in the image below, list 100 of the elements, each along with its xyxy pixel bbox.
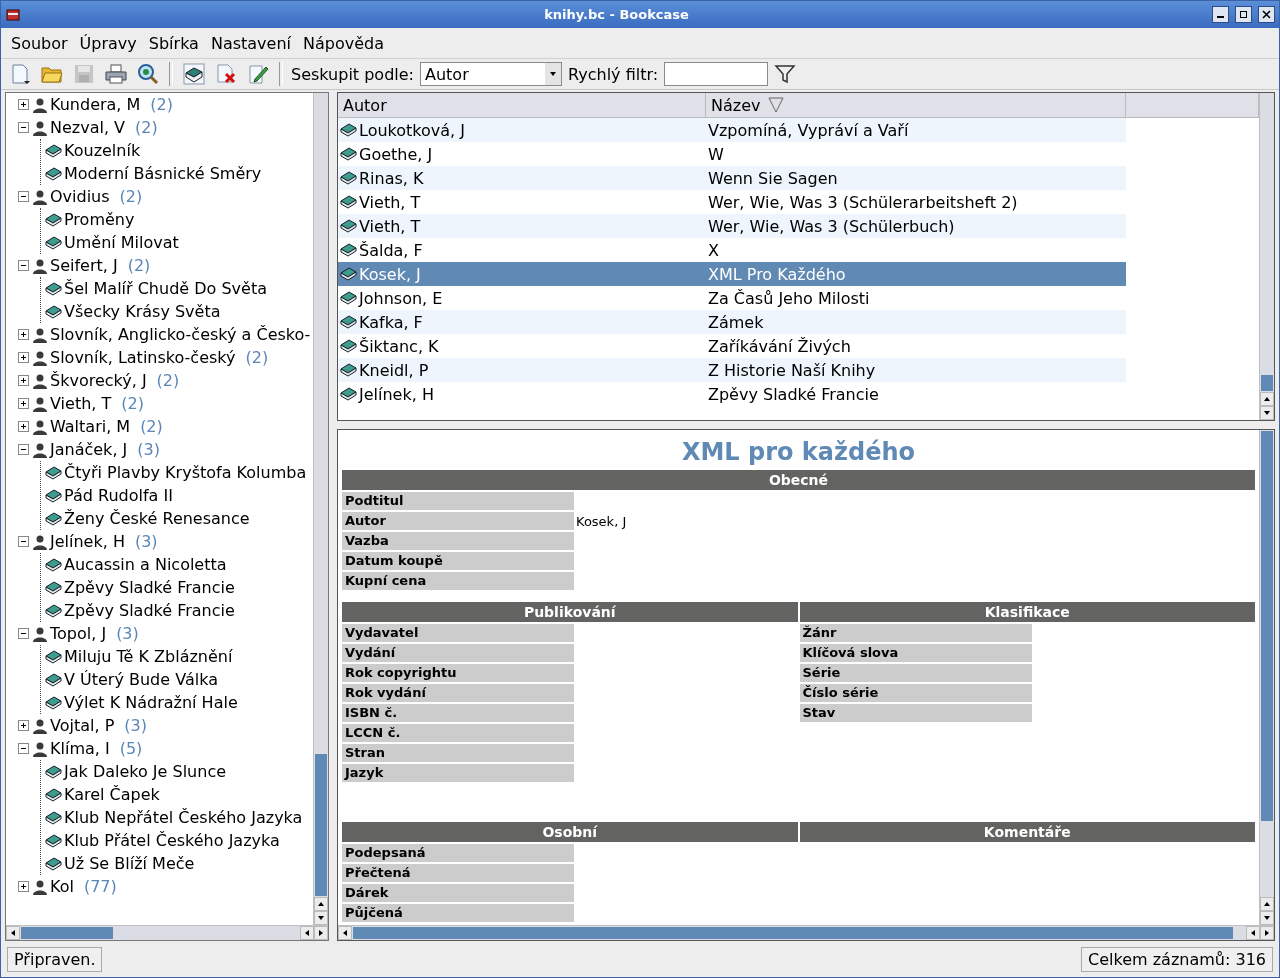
book-title[interactable]: Proměny (64, 210, 135, 229)
horizontal-scrollbar[interactable] (6, 925, 328, 940)
expander-icon[interactable] (18, 881, 29, 892)
book-title[interactable]: Ženy České Renesance (64, 509, 250, 528)
book-title[interactable]: Šel Malíř Chudě Do Světa (64, 279, 267, 298)
menu-item[interactable]: Sbírka (146, 31, 201, 55)
person-icon (32, 119, 48, 136)
scroll-thumb[interactable] (1261, 375, 1273, 391)
book-title[interactable]: Moderní Básnické Směry (64, 164, 262, 183)
expander-icon[interactable] (18, 329, 29, 340)
expander-icon[interactable] (18, 260, 29, 271)
author-label[interactable]: Vieth, T (50, 394, 112, 413)
field-label: Půjčená (342, 904, 574, 922)
book-icon (340, 387, 357, 401)
expander-icon[interactable] (18, 398, 29, 409)
table-row[interactable]: Loukotková, J Vzpomíná, Vypráví a Vaří (338, 118, 1126, 142)
arrow-icon (549, 70, 557, 78)
author-label[interactable]: Kol (50, 877, 74, 896)
field-value: Kosek, J (575, 513, 627, 529)
expander-icon[interactable] (18, 743, 29, 754)
column-header[interactable]: Název (706, 93, 1126, 117)
book-title[interactable]: Zpěvy Sladké Francie (64, 601, 235, 620)
menu-item[interactable]: Nastavení (208, 31, 293, 55)
expander-icon[interactable] (18, 536, 29, 547)
author-label[interactable]: Klíma, I (50, 739, 110, 758)
author-label[interactable]: Jelínek, H (50, 532, 125, 551)
expander-icon[interactable] (18, 421, 29, 432)
book-icon (45, 166, 62, 181)
horizontal-scrollbar[interactable] (338, 925, 1274, 940)
title-cell: Wer, Wie, Was 3 (Schülerbuch) (708, 216, 955, 236)
book-title[interactable]: Zpěvy Sladké Francie (64, 578, 235, 597)
maximize-button[interactable] (1235, 6, 1252, 23)
item-count: (77) (83, 877, 117, 896)
author-label[interactable]: Škvorecký, J (50, 371, 147, 390)
author-label[interactable]: Kundera, M (50, 95, 141, 114)
minimize-button[interactable] (1212, 6, 1229, 23)
table-row[interactable]: Vieth, T Wer, Wie, Was 3 (Schülerbuch) (338, 214, 1126, 238)
menu-item[interactable]: Nápověda (301, 31, 386, 55)
funnel-icon[interactable] (774, 63, 797, 85)
book-title[interactable]: Čtyři Plavby Kryštofa Kolumba (64, 463, 307, 482)
book-title[interactable]: Umění Milovat (64, 233, 179, 252)
book-title-heading: XML pro každého (680, 437, 917, 468)
book-title[interactable]: Kouzelník (64, 141, 141, 160)
book-icon (45, 764, 62, 779)
book-title[interactable]: Miluju Tě K Zbláznění (64, 647, 233, 666)
close-button[interactable] (1258, 6, 1275, 23)
author-label[interactable]: Slovník, Anglicko-český a Česko- (50, 325, 311, 344)
book-title[interactable]: Všecky Krásy Světa (64, 302, 221, 321)
title-cell: X (708, 240, 719, 260)
book-icon (45, 603, 62, 618)
person-icon (32, 372, 48, 389)
field-label: Stav (799, 704, 1032, 722)
scroll-thumb[interactable] (21, 927, 113, 939)
item-count: (3) (137, 440, 160, 459)
book-title[interactable]: Jak Daleko Je Slunce (64, 762, 227, 781)
menu-item[interactable]: Soubor (9, 31, 70, 55)
table-row[interactable]: Kneidl, P Z Historie Naší Knihy (338, 358, 1126, 382)
book-icon (340, 147, 357, 161)
table-row[interactable]: Kosek, J XML Pro Každého (338, 262, 1126, 286)
author-label[interactable]: Seifert, J (50, 256, 118, 275)
expander-icon[interactable] (18, 628, 29, 639)
scroll-thumb[interactable] (353, 927, 1233, 939)
table-row[interactable]: Kafka, F Zámek (338, 310, 1126, 334)
group-by-dropdown[interactable]: Autor (420, 62, 562, 86)
filter-field[interactable] (664, 62, 769, 86)
expander-icon[interactable] (18, 191, 29, 202)
vertical-scrollbar[interactable] (1259, 93, 1274, 420)
book-title[interactable]: V Úterý Bude Válka (64, 670, 218, 689)
author-cell: Kneidl, P (359, 360, 429, 380)
author-cell: Kosek, J (359, 264, 421, 284)
book-title[interactable]: Už Se Blíží Meče (64, 854, 195, 873)
expander-icon[interactable] (18, 122, 29, 133)
author-label[interactable]: Waltari, M (50, 417, 131, 436)
expander-icon[interactable] (18, 352, 29, 363)
menu-item[interactable]: Úpravy (77, 31, 139, 55)
book-title[interactable]: Aucassin a Nicoletta (64, 555, 227, 574)
author-label[interactable]: Vojtal, P (50, 716, 115, 735)
item-count: (2) (156, 371, 180, 390)
scroll-thumb[interactable] (315, 754, 327, 896)
expander-icon[interactable] (18, 99, 29, 110)
book-title[interactable]: Klub Přátel Českého Jazyka (64, 831, 280, 850)
author-label[interactable]: Topol, J (50, 624, 107, 643)
author-label[interactable]: Slovník, Latinsko-český (50, 348, 236, 367)
scroll-thumb[interactable] (1261, 431, 1273, 821)
column-header[interactable]: Autor (338, 93, 706, 117)
table-row[interactable]: Rinas, K Wenn Sie Sagen (338, 166, 1126, 190)
vertical-scrollbar[interactable] (313, 93, 328, 925)
book-title[interactable]: Karel Čapek (64, 785, 160, 804)
book-title[interactable]: Klub Nepřátel Českého Jazyka (64, 808, 303, 827)
author-label[interactable]: Nezval, V (50, 118, 126, 137)
author-label[interactable]: Janáček, J (50, 440, 128, 459)
close-icon (1262, 10, 1271, 19)
author-cell: Rinas, K (359, 168, 424, 188)
book-title[interactable]: Výlet K Nádražní Hale (64, 693, 238, 712)
vertical-scrollbar[interactable] (1259, 430, 1274, 925)
expander-icon[interactable] (18, 375, 29, 386)
book-title[interactable]: Pád Rudolfa II (64, 486, 173, 505)
expander-icon[interactable] (18, 444, 29, 455)
expander-icon[interactable] (18, 720, 29, 731)
author-label[interactable]: Ovidius (50, 187, 110, 206)
